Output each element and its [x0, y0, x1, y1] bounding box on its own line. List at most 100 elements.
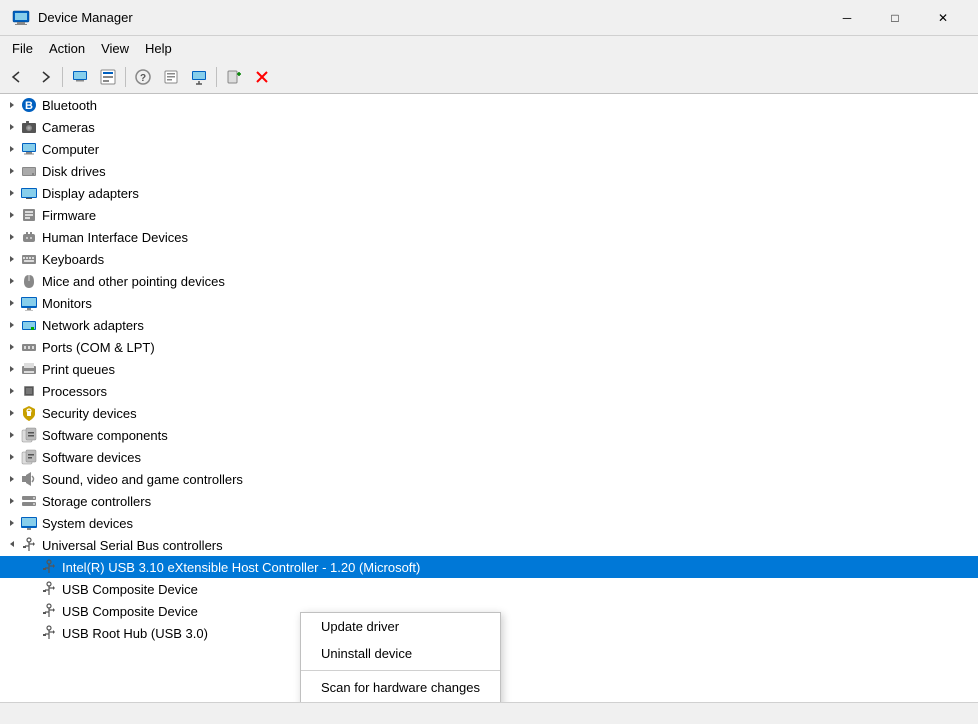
usb-label: Universal Serial Bus controllers [42, 538, 223, 553]
chevron-icon [24, 559, 40, 575]
usb-composite-1-label: USB Composite Device [62, 582, 198, 597]
chevron-icon [4, 185, 20, 201]
chevron-icon [4, 493, 20, 509]
chevron-icon [4, 339, 20, 355]
usb-root-hub-label: USB Root Hub (USB 3.0) [62, 626, 208, 641]
tree-item-processors[interactable]: Processors [0, 380, 978, 402]
computer-icon [20, 140, 38, 158]
window-title: Device Manager [38, 10, 824, 25]
properties-toolbar-button[interactable] [158, 64, 184, 90]
tree-item-hid[interactable]: Human Interface Devices [0, 226, 978, 248]
tree-item-security[interactable]: Security devices [0, 402, 978, 424]
usb-composite-2-icon [40, 602, 58, 620]
usb-composite-1-icon [40, 580, 58, 598]
close-button[interactable]: ✕ [920, 3, 966, 33]
chevron-icon [4, 405, 20, 421]
chevron-icon [4, 317, 20, 333]
chevron-icon [4, 97, 20, 113]
tree-item-print-queues[interactable]: Print queues [0, 358, 978, 380]
tree-item-software-dev[interactable]: Software devices [0, 446, 978, 468]
context-menu-item-scan-hardware[interactable]: Scan for hardware changes [301, 674, 500, 701]
tree-item-ports[interactable]: Ports (COM & LPT) [0, 336, 978, 358]
chevron-icon [4, 449, 20, 465]
chevron-icon [4, 295, 20, 311]
computer-label: Computer [42, 142, 99, 157]
keyboards-icon [20, 250, 38, 268]
menu-view[interactable]: View [93, 39, 137, 58]
software-comp-icon [20, 426, 38, 444]
chevron-icon [24, 581, 40, 597]
menu-help[interactable]: Help [137, 39, 180, 58]
forward-button[interactable] [32, 64, 58, 90]
context-menu: Update driverUninstall device Scan for ha… [300, 612, 501, 702]
help-button[interactable]: ? [130, 64, 156, 90]
main-area: BBluetooth Cameras Computer Disk drives Disp… [0, 94, 978, 702]
tree-item-system[interactable]: System devices [0, 512, 978, 534]
window-controls: ─ □ ✕ [824, 3, 966, 33]
uninstall-button[interactable] [221, 64, 247, 90]
context-menu-separator [301, 670, 500, 671]
tree-item-mice[interactable]: Mice and other pointing devices [0, 270, 978, 292]
tree-item-monitors[interactable]: Monitors [0, 292, 978, 314]
usb-root-hub-icon [40, 624, 58, 642]
cameras-label: Cameras [42, 120, 95, 135]
context-menu-item-uninstall-device[interactable]: Uninstall device [301, 640, 500, 667]
chevron-icon [4, 361, 20, 377]
toolbar-separator-2 [125, 67, 126, 87]
minimize-button[interactable]: ─ [824, 3, 870, 33]
security-icon [20, 404, 38, 422]
toolbar-separator-3 [216, 67, 217, 87]
tree-item-storage[interactable]: Storage controllers [0, 490, 978, 512]
maximize-button[interactable]: □ [872, 3, 918, 33]
toolbar: ? [0, 60, 978, 94]
tree-item-cameras[interactable]: Cameras [0, 116, 978, 138]
ports-label: Ports (COM & LPT) [42, 340, 155, 355]
update-driver-button[interactable] [186, 64, 212, 90]
status-bar [0, 702, 978, 724]
scan-changes-button[interactable] [249, 64, 275, 90]
tree-item-usb[interactable]: Universal Serial Bus controllers [0, 534, 978, 556]
disk-drives-label: Disk drives [42, 164, 106, 179]
tree-item-usb-intel[interactable]: Intel(R) USB 3.10 eXtensible Host Contro… [0, 556, 978, 578]
back-button[interactable] [4, 64, 30, 90]
app-icon [12, 9, 30, 27]
device-tree[interactable]: BBluetooth Cameras Computer Disk drives Disp… [0, 94, 978, 702]
usb-intel-label: Intel(R) USB 3.10 eXtensible Host Contro… [62, 560, 420, 575]
hid-icon [20, 228, 38, 246]
tree-item-usb-composite-1[interactable]: USB Composite Device [0, 578, 978, 600]
system-label: System devices [42, 516, 133, 531]
tree-item-keyboards[interactable]: Keyboards [0, 248, 978, 270]
tree-item-computer[interactable]: Computer [0, 138, 978, 160]
tree-item-disk-drives[interactable]: Disk drives [0, 160, 978, 182]
display-adapters-label: Display adapters [42, 186, 139, 201]
firmware-label: Firmware [42, 208, 96, 223]
chevron-icon [4, 383, 20, 399]
sound-icon [20, 470, 38, 488]
firmware-icon [20, 206, 38, 224]
cameras-icon [20, 118, 38, 136]
tree-item-display-adapters[interactable]: Display adapters [0, 182, 978, 204]
tree-item-software-comp[interactable]: Software components [0, 424, 978, 446]
ports-icon [20, 338, 38, 356]
chevron-icon [4, 273, 20, 289]
chevron-icon [4, 536, 20, 552]
storage-label: Storage controllers [42, 494, 151, 509]
tree-item-firmware[interactable]: Firmware [0, 204, 978, 226]
svg-text:?: ? [140, 73, 146, 84]
menu-file[interactable]: File [4, 39, 41, 58]
monitors-icon [20, 294, 38, 312]
device-manager-view-button[interactable] [67, 64, 93, 90]
menu-action[interactable]: Action [41, 39, 93, 58]
view-resources-button[interactable] [95, 64, 121, 90]
chevron-icon [4, 471, 20, 487]
system-icon [20, 514, 38, 532]
chevron-icon [4, 163, 20, 179]
network-icon [20, 316, 38, 334]
tree-item-network[interactable]: Network adapters [0, 314, 978, 336]
tree-item-bluetooth[interactable]: BBluetooth [0, 94, 978, 116]
monitors-label: Monitors [42, 296, 92, 311]
context-menu-item-update-driver[interactable]: Update driver [301, 613, 500, 640]
chevron-icon [4, 119, 20, 135]
tree-item-sound[interactable]: Sound, video and game controllers [0, 468, 978, 490]
mice-label: Mice and other pointing devices [42, 274, 225, 289]
